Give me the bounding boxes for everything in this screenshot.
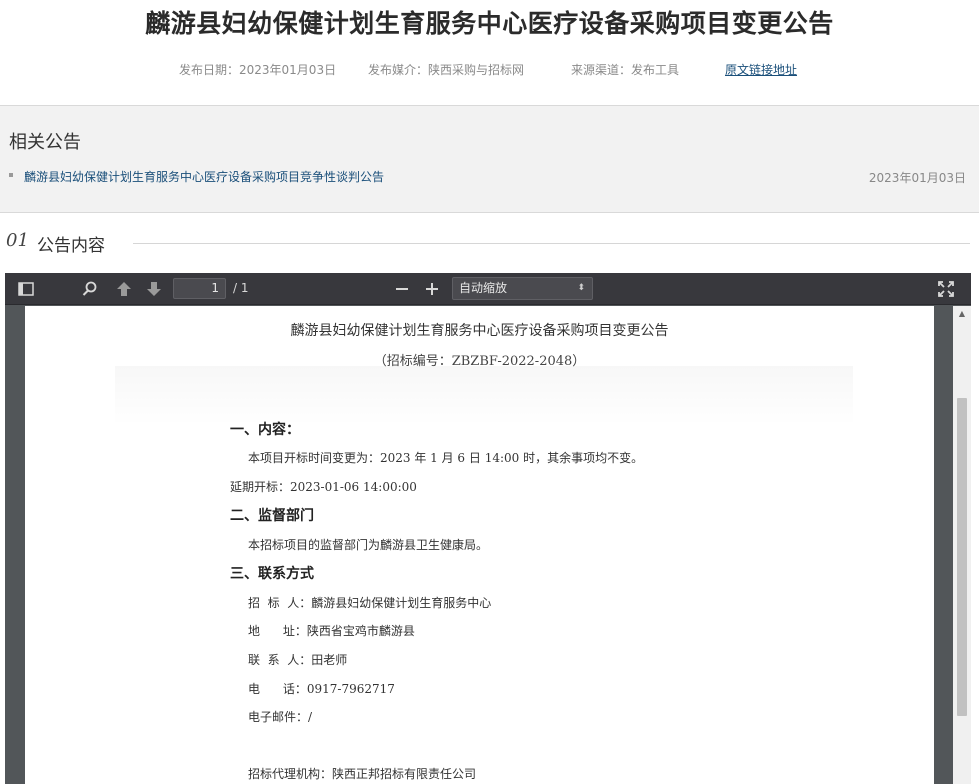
pdf-viewer: 1 / 1 自动缩放 ⬍ 麟游县妇幼保健计划生育服务中心医疗设备采购项目变更公告… [5, 273, 971, 784]
pdf-canvas-area: 麟游县妇幼保健计划生育服务中心医疗设备采购项目变更公告 （招标编号：ZBZBF-… [5, 306, 953, 784]
scroll-up-icon[interactable]: ▲ [953, 306, 971, 322]
publish-media: 发布媒介：陕西采购与招标网 [368, 63, 525, 77]
section-heading-supervision: 二、监督部门 [230, 508, 314, 524]
section-number: 01 [6, 230, 29, 251]
delay-line: 延期开标：2023-01-06 14:00:00 [230, 480, 417, 494]
contact-email: 电子邮件：/ [248, 710, 313, 724]
announcement-header: 麟游县妇幼保健计划生育服务中心医疗设备采购项目变更公告 发布日期：2023年01… [0, 0, 979, 106]
section-heading-contact: 三、联系方式 [230, 566, 314, 582]
section-heading-content: 一、内容： [230, 422, 300, 438]
related-item-link[interactable]: 麟游县妇幼保健计划生育服务中心医疗设备采购项目竞争性谈判公告 [24, 168, 384, 185]
zoom-select[interactable]: 自动缩放 ⬍ [452, 277, 593, 300]
pdf-page: 麟游县妇幼保健计划生育服务中心医疗设备采购项目变更公告 （招标编号：ZBZBF-… [25, 306, 934, 784]
zoom-in-icon[interactable] [423, 280, 441, 298]
next-page-icon[interactable] [145, 280, 163, 298]
scroll-thumb[interactable] [957, 398, 967, 716]
zoom-select-value: 自动缩放 [459, 281, 508, 295]
chevron-updown-icon: ⬍ [577, 283, 585, 293]
content-line: 本项目开标时间变更为：2023 年 1 月 6 日 14:00 时，其余事项均不… [248, 451, 644, 465]
publish-date: 发布日期：2023年01月03日 [179, 63, 337, 77]
contact-phone: 电 话：0917-7962717 [248, 682, 395, 696]
page-number-input[interactable]: 1 [173, 278, 226, 299]
previous-page-icon[interactable] [115, 280, 133, 298]
related-title: 相关公告 [9, 132, 81, 153]
original-link[interactable]: 原文链接地址 [725, 61, 797, 78]
document-title: 麟游县妇幼保健计划生育服务中心医疗设备采购项目变更公告 [290, 323, 669, 339]
source-channel: 来源渠道：发布工具 [571, 63, 680, 77]
vertical-scrollbar[interactable]: ▲ [953, 306, 971, 784]
document-subtitle: （招标编号：ZBZBF-2022-2048） [373, 354, 586, 369]
contact-address: 地 址：陕西省宝鸡市麟游县 [248, 624, 415, 638]
contact-agency: 招标代理机构：陕西正邦招标有限责任公司 [248, 767, 477, 781]
contact-person: 联 系 人：田老师 [248, 653, 348, 667]
section-title: 公告内容 [37, 236, 105, 256]
sidebar-toggle-icon[interactable] [17, 280, 35, 298]
page-total: / 1 [233, 281, 249, 295]
related-item-date: 2023年01月03日 [868, 171, 966, 185]
zoom-out-icon[interactable] [393, 280, 411, 298]
pdf-toolbar: 1 / 1 自动缩放 ⬍ [5, 273, 971, 305]
supervision-line: 本招标项目的监督部门为麟游县卫生健康局。 [248, 538, 489, 552]
list-bullet [9, 173, 13, 177]
page-title: 麟游县妇幼保健计划生育服务中心医疗设备采购项目变更公告 [145, 9, 834, 38]
related-announcements: 相关公告 麟游县妇幼保健计划生育服务中心医疗设备采购项目竞争性谈判公告 2023… [0, 106, 979, 213]
section-divider [133, 243, 970, 244]
contact-tenderer: 招 标 人：麟游县妇幼保健计划生育服务中心 [248, 596, 492, 610]
search-icon[interactable] [81, 280, 99, 298]
fullscreen-icon[interactable] [937, 280, 955, 298]
